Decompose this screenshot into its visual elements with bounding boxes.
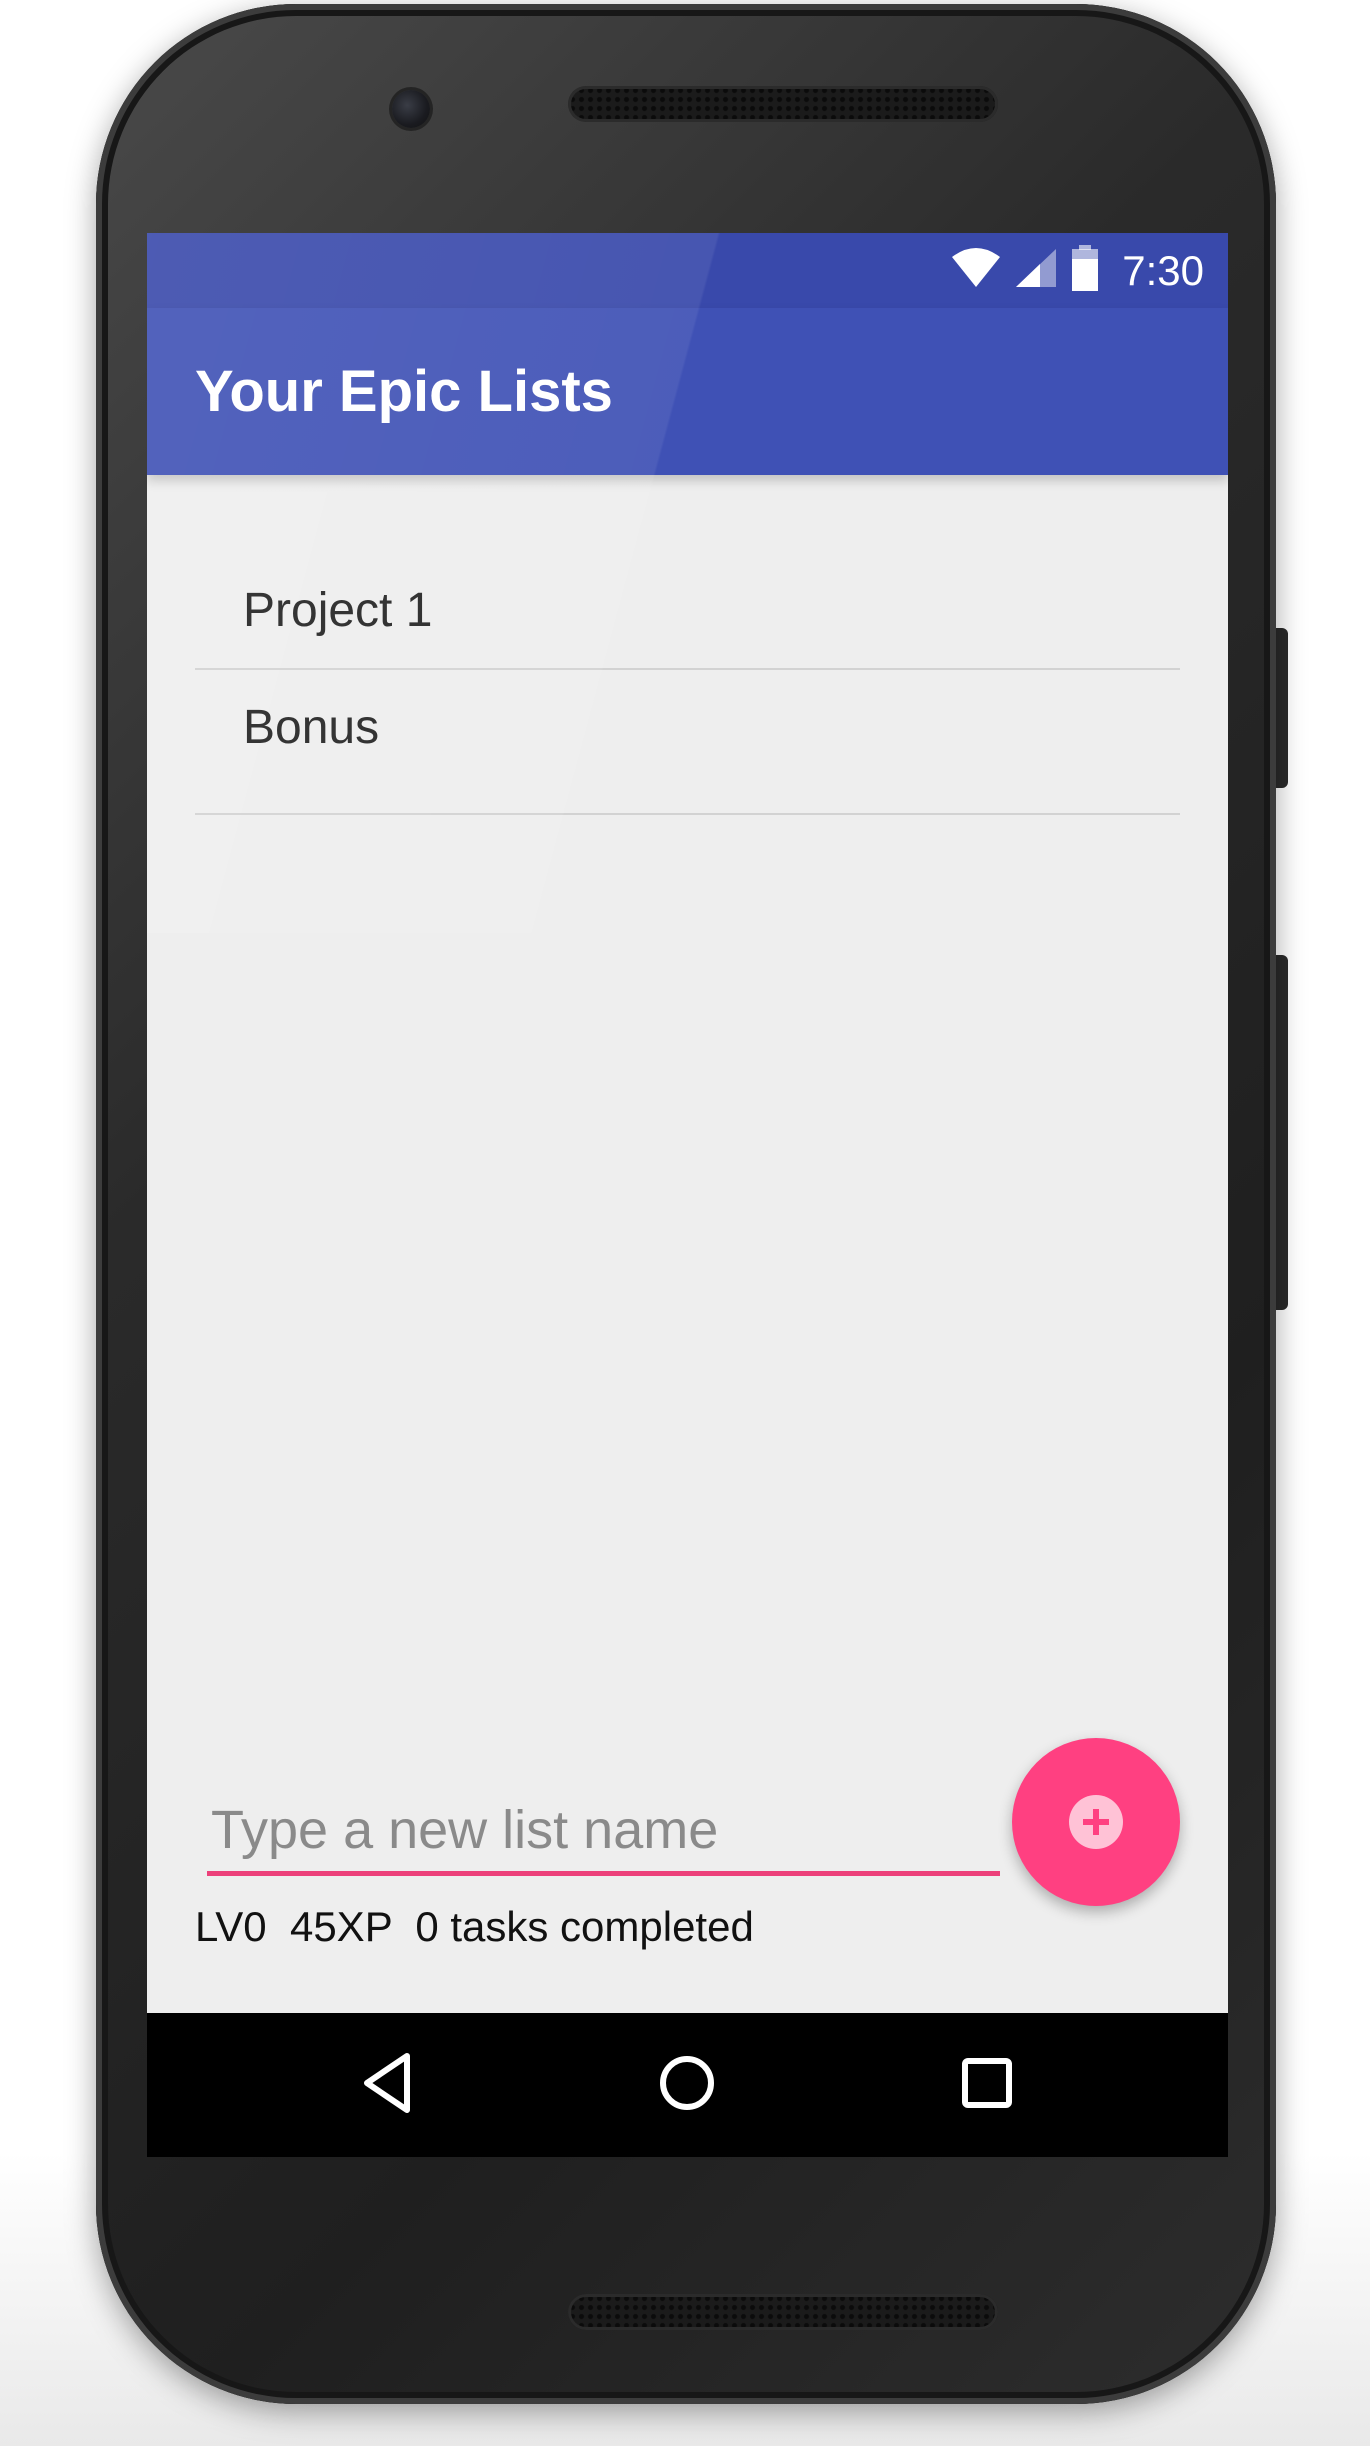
new-list-name-input[interactable] [207, 1788, 1000, 1876]
player-stats: LV0 45XP 0 tasks completed [195, 1903, 754, 1951]
plus-circle-icon [1069, 1795, 1123, 1849]
nav-home-button[interactable] [627, 2013, 747, 2157]
app-title: Your Epic Lists [195, 359, 613, 424]
home-icon [657, 2053, 717, 2118]
status-bar: 7:30 [147, 233, 1228, 308]
list-item-label: Project 1 [243, 584, 433, 637]
nav-recents-button[interactable] [927, 2013, 1047, 2157]
back-icon [357, 2050, 417, 2121]
wifi-icon [950, 247, 1002, 294]
front-camera [392, 90, 430, 128]
lists-container: Project 1 Bonus [195, 553, 1180, 815]
list-item[interactable]: Bonus [195, 670, 1180, 815]
navigation-bar [147, 2013, 1228, 2157]
recents-icon [959, 2055, 1015, 2116]
bottom-speaker [568, 2294, 998, 2330]
app-bar: Your Epic Lists [147, 308, 1228, 475]
tasks-completed-label: 0 tasks completed [415, 1903, 754, 1950]
cell-signal-icon [1014, 247, 1058, 294]
add-list-button[interactable] [1012, 1738, 1180, 1906]
device-mockup: 7:30 Your Epic Lists Project 1 Bonus Typ… [0, 0, 1370, 2446]
status-time: 7:30 [1122, 246, 1204, 294]
xp-label: 45XP [289, 1903, 392, 1950]
list-item[interactable]: Project 1 [195, 553, 1180, 670]
volume-button [1276, 955, 1288, 1310]
status-icons: 7:30 [950, 233, 1204, 308]
list-item-label: Bonus [243, 701, 380, 754]
power-button [1276, 628, 1288, 788]
level-label: LV0 [195, 1903, 267, 1950]
earpiece-speaker [568, 86, 998, 122]
new-list-field-wrapper [207, 1788, 1000, 1888]
screen: 7:30 Your Epic Lists Project 1 Bonus Typ… [147, 233, 1228, 2157]
battery-icon [1070, 245, 1100, 296]
nav-back-button[interactable] [327, 2013, 447, 2157]
